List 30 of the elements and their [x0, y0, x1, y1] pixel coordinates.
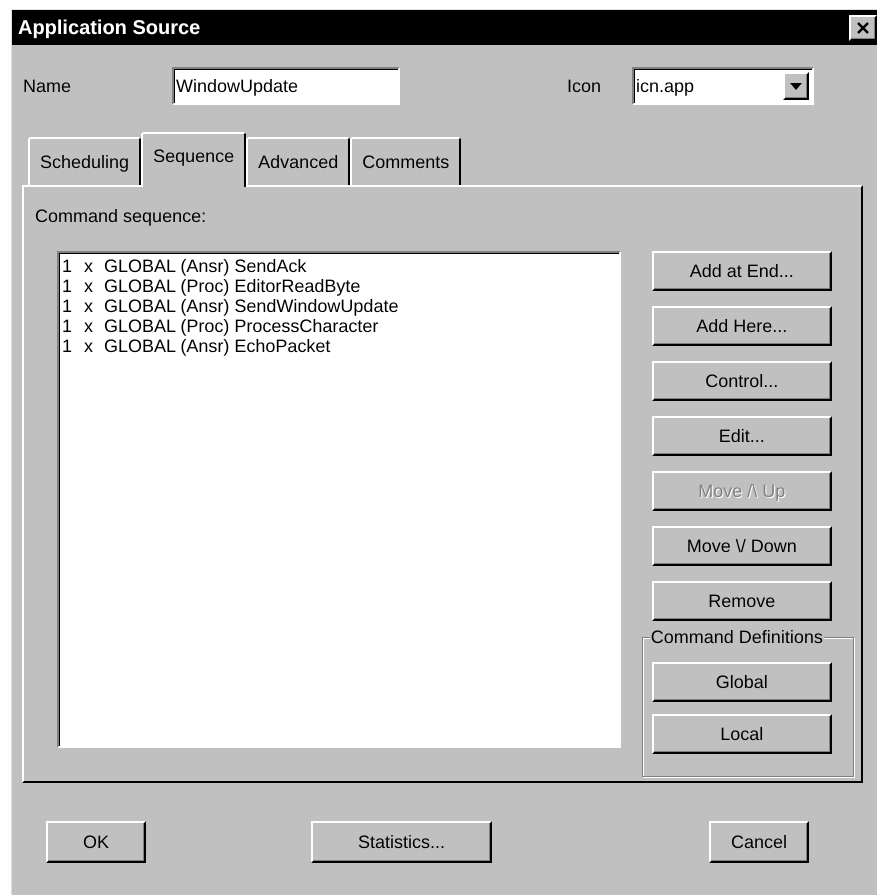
- command-list-item[interactable]: 1 x GLOBAL (Ansr) SendWindowUpdate: [62, 296, 619, 316]
- command-list-item[interactable]: 1 x GLOBAL (Proc) EditorReadByte: [62, 276, 619, 296]
- name-label: Name: [23, 74, 72, 98]
- dropdown-arrow-icon: [790, 82, 802, 90]
- window-title: Application Source: [18, 16, 200, 40]
- command-list[interactable]: 1 x GLOBAL (Ansr) SendAck 1 x GLOBAL (Proc) EditorReadByte 1 x GLOBAL (Ansr) SendWindowUpdate 1 x GLOBAL (Proc) ProcessCharacter 1 x GLOBAL (Ansr) EchoPacket: [57, 251, 621, 748]
- icon-label: Icon: [567, 74, 602, 98]
- dialog-button[interactable]: Statistics...: [311, 821, 492, 863]
- close-button[interactable]: [849, 14, 877, 40]
- definition-button[interactable]: Global: [652, 662, 832, 702]
- close-icon: [856, 20, 870, 34]
- tab[interactable]: Scheduling: [28, 137, 142, 185]
- side-button[interactable]: Add Here...: [652, 306, 832, 346]
- tab[interactable]: Advanced: [246, 137, 350, 185]
- side-button[interactable]: Control...: [652, 361, 832, 401]
- dialog-button[interactable]: Cancel: [709, 821, 809, 863]
- tab[interactable]: Comments: [350, 137, 462, 185]
- command-sequence-label: Command sequence:: [35, 205, 208, 228]
- icon-dropdown[interactable]: icn.app: [632, 67, 814, 105]
- tab[interactable]: Sequence: [141, 132, 246, 187]
- command-list-item[interactable]: 1 x GLOBAL (Ansr) EchoPacket: [62, 336, 619, 356]
- dialog-button[interactable]: OK: [46, 821, 146, 863]
- command-list-item[interactable]: 1 x GLOBAL (Ansr) SendAck: [62, 256, 619, 276]
- side-button[interactable]: Remove: [652, 581, 832, 621]
- name-field[interactable]: WindowUpdate: [172, 67, 400, 105]
- side-button[interactable]: Move \/ Down: [652, 526, 832, 566]
- side-button[interactable]: Edit...: [652, 416, 832, 456]
- side-button[interactable]: Add at End...: [652, 251, 832, 291]
- command-list-item[interactable]: 1 x GLOBAL (Proc) ProcessCharacter: [62, 316, 619, 336]
- definition-button[interactable]: Local: [652, 714, 832, 754]
